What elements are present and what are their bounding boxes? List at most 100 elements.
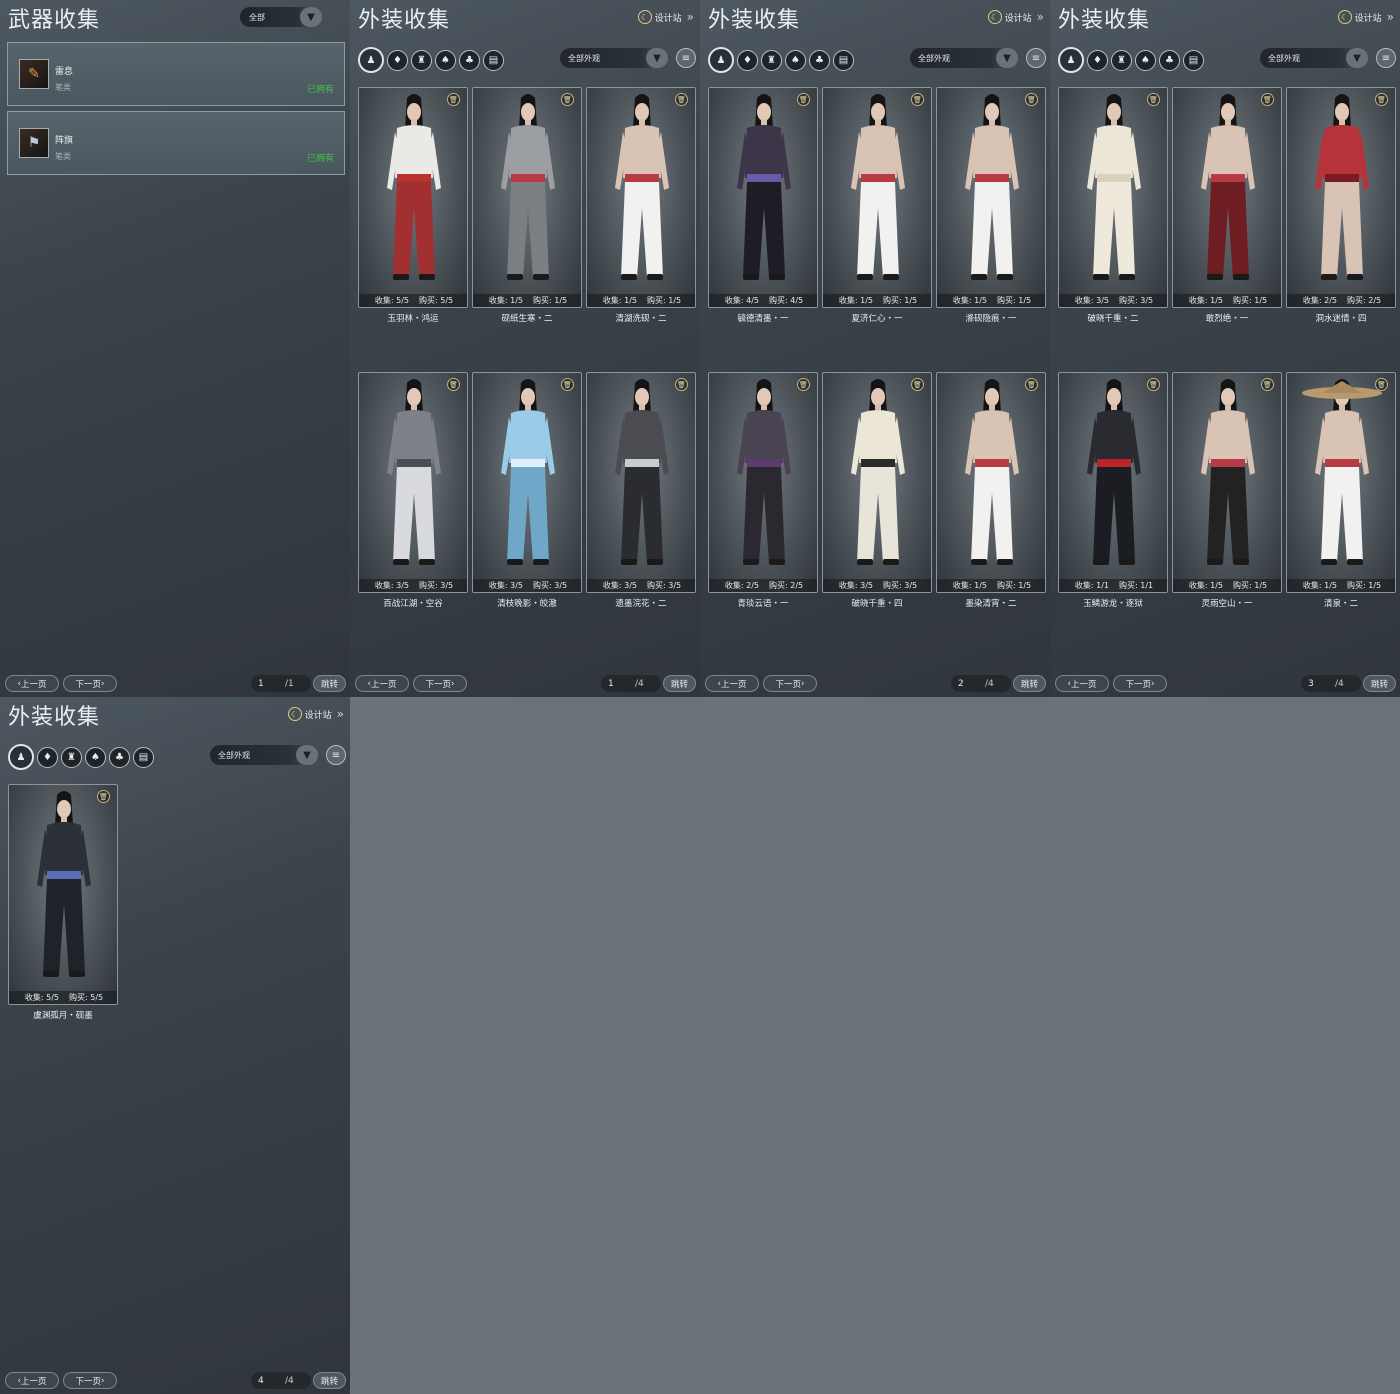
- accessory-icon[interactable]: ▤: [1183, 49, 1204, 71]
- outfit-filter-dropdown[interactable]: 全部外观 ▼: [910, 48, 1018, 68]
- prev-page-button[interactable]: ‹ 上一页: [1055, 675, 1109, 692]
- outfit-card[interactable]: 🗑 收集: 1/5 购买: 1/5: [822, 87, 932, 308]
- prev-page-button[interactable]: ‹ 上一页: [5, 675, 59, 692]
- page-number-input[interactable]: 4/4: [251, 1372, 311, 1389]
- all-outfit-icon[interactable]: ♟: [8, 744, 34, 770]
- filter-settings-icon[interactable]: ≡: [1376, 48, 1396, 68]
- next-page-button[interactable]: 下一页 ›: [413, 675, 467, 692]
- trash-icon[interactable]: 🗑: [675, 378, 688, 391]
- outfit-card[interactable]: 🗑 收集: 1/5 购买: 1/5: [1286, 372, 1396, 593]
- bottom-icon[interactable]: ♠: [1135, 49, 1156, 71]
- chevron-down-icon[interactable]: ▼: [300, 7, 322, 27]
- weapon-item[interactable]: ⚑ 阵旗 笔类 已拥有: [7, 111, 345, 175]
- trash-icon[interactable]: 🗑: [447, 93, 460, 106]
- jump-button[interactable]: 跳转: [313, 1372, 346, 1389]
- next-page-button[interactable]: 下一页 ›: [63, 675, 117, 692]
- prev-page-button[interactable]: ‹ 上一页: [5, 1372, 59, 1389]
- trash-icon[interactable]: 🗑: [911, 93, 924, 106]
- bottom-icon[interactable]: ♠: [85, 746, 106, 768]
- waist-icon[interactable]: ♜: [411, 49, 432, 71]
- all-outfit-icon[interactable]: ♟: [358, 47, 384, 73]
- page-number-input[interactable]: 1/4: [601, 675, 661, 692]
- all-outfit-icon[interactable]: ♟: [708, 47, 734, 73]
- next-page-button[interactable]: 下一页 ›: [763, 675, 817, 692]
- trash-icon[interactable]: 🗑: [675, 93, 688, 106]
- next-page-button[interactable]: 下一页 ›: [63, 1372, 117, 1389]
- top-icon[interactable]: ♦: [387, 49, 408, 71]
- prev-page-button[interactable]: ‹ 上一页: [355, 675, 409, 692]
- top-icon[interactable]: ♦: [37, 746, 58, 768]
- outfit-card[interactable]: 🗑 收集: 5/5 购买: 5/5: [358, 87, 468, 308]
- outfit-card[interactable]: 🗑 收集: 1/5 购买: 1/5: [1172, 372, 1282, 593]
- bottom-icon[interactable]: ♠: [435, 49, 456, 71]
- boots-icon[interactable]: ♣: [459, 49, 480, 71]
- bottom-icon[interactable]: ♠: [785, 49, 806, 71]
- page-number-input[interactable]: 2/4: [951, 675, 1011, 692]
- filter-settings-icon[interactable]: ≡: [676, 48, 696, 68]
- design-station-link[interactable]: ☾ 设计站 »: [987, 8, 1044, 26]
- boots-icon[interactable]: ♣: [809, 49, 830, 71]
- outfit-card[interactable]: 🗑 收集: 2/5 购买: 2/5: [708, 372, 818, 593]
- outfit-card[interactable]: 🗑 收集: 1/5 购买: 1/5: [1172, 87, 1282, 308]
- outfit-filter-dropdown[interactable]: 全部外观 ▼: [560, 48, 668, 68]
- prev-page-button[interactable]: ‹ 上一页: [705, 675, 759, 692]
- weapon-item[interactable]: ✎ 雷息 笔类 已拥有: [7, 42, 345, 106]
- jump-button[interactable]: 跳转: [313, 675, 346, 692]
- accessory-icon[interactable]: ▤: [133, 746, 154, 768]
- next-page-button[interactable]: 下一页 ›: [1113, 675, 1167, 692]
- chevron-down-icon[interactable]: ▼: [1346, 48, 1368, 68]
- weapon-filter-dropdown[interactable]: 全部 ▼: [240, 7, 322, 27]
- accessory-icon[interactable]: ▤: [833, 49, 854, 71]
- trash-icon[interactable]: 🗑: [447, 378, 460, 391]
- trash-icon[interactable]: 🗑: [1261, 378, 1274, 391]
- trash-icon[interactable]: 🗑: [1025, 378, 1038, 391]
- boots-icon[interactable]: ♣: [1159, 49, 1180, 71]
- waist-icon[interactable]: ♜: [761, 49, 782, 71]
- page-number-input[interactable]: 3/4: [1301, 675, 1361, 692]
- trash-icon[interactable]: 🗑: [1261, 93, 1274, 106]
- trash-icon[interactable]: 🗑: [911, 378, 924, 391]
- trash-icon[interactable]: 🗑: [97, 790, 110, 803]
- outfit-filter-dropdown[interactable]: 全部外观 ▼: [1260, 48, 1368, 68]
- chevron-down-icon[interactable]: ▼: [996, 48, 1018, 68]
- outfit-card[interactable]: 🗑 收集: 2/5 购买: 2/5: [1286, 87, 1396, 308]
- all-outfit-icon[interactable]: ♟: [1058, 47, 1084, 73]
- design-station-link[interactable]: ☾ 设计站 »: [1337, 8, 1394, 26]
- trash-icon[interactable]: 🗑: [1375, 93, 1388, 106]
- outfit-card[interactable]: 🗑 收集: 1/5 购买: 1/5: [936, 87, 1046, 308]
- outfit-card[interactable]: 🗑 收集: 3/5 购买: 3/5: [586, 372, 696, 593]
- accessory-icon[interactable]: ▤: [483, 49, 504, 71]
- page-number-input[interactable]: 1 /1: [251, 675, 311, 692]
- outfit-card[interactable]: 🗑 收集: 1/1 购买: 1/1: [1058, 372, 1168, 593]
- trash-icon[interactable]: 🗑: [561, 378, 574, 391]
- outfit-card[interactable]: 🗑 收集: 5/5 购买: 5/5: [8, 784, 118, 1005]
- trash-icon[interactable]: 🗑: [1375, 378, 1388, 391]
- chevron-down-icon[interactable]: ▼: [646, 48, 668, 68]
- trash-icon[interactable]: 🗑: [561, 93, 574, 106]
- outfit-card[interactable]: 🗑 收集: 3/5 购买: 3/5: [358, 372, 468, 593]
- design-station-link[interactable]: ☾ 设计站 »: [637, 8, 694, 26]
- jump-button[interactable]: 跳转: [1013, 675, 1046, 692]
- design-station-link[interactable]: ☾ 设计站 »: [287, 705, 344, 723]
- filter-settings-icon[interactable]: ≡: [1026, 48, 1046, 68]
- jump-button[interactable]: 跳转: [663, 675, 696, 692]
- trash-icon[interactable]: 🗑: [1025, 93, 1038, 106]
- chevron-down-icon[interactable]: ▼: [296, 745, 318, 765]
- outfit-card[interactable]: 🗑 收集: 3/5 购买: 3/5: [472, 372, 582, 593]
- outfit-card[interactable]: 🗑 收集: 1/5 购买: 1/5: [586, 87, 696, 308]
- waist-icon[interactable]: ♜: [61, 746, 82, 768]
- boots-icon[interactable]: ♣: [109, 746, 130, 768]
- outfit-card[interactable]: 🗑 收集: 3/5 购买: 3/5: [822, 372, 932, 593]
- jump-button[interactable]: 跳转: [1363, 675, 1396, 692]
- outfit-card[interactable]: 🗑 收集: 4/5 购买: 4/5: [708, 87, 818, 308]
- waist-icon[interactable]: ♜: [1111, 49, 1132, 71]
- top-icon[interactable]: ♦: [737, 49, 758, 71]
- outfit-card[interactable]: 🗑 收集: 1/5 购买: 1/5: [936, 372, 1046, 593]
- top-icon[interactable]: ♦: [1087, 49, 1108, 71]
- filter-settings-icon[interactable]: ≡: [326, 745, 346, 765]
- outfit-card[interactable]: 🗑 收集: 1/5 购买: 1/5: [472, 87, 582, 308]
- outfit-filter-dropdown[interactable]: 全部外观 ▼: [210, 745, 318, 765]
- trash-icon[interactable]: 🗑: [1147, 93, 1160, 106]
- outfit-card[interactable]: 🗑 收集: 3/5 购买: 3/5: [1058, 87, 1168, 308]
- trash-icon[interactable]: 🗑: [1147, 378, 1160, 391]
